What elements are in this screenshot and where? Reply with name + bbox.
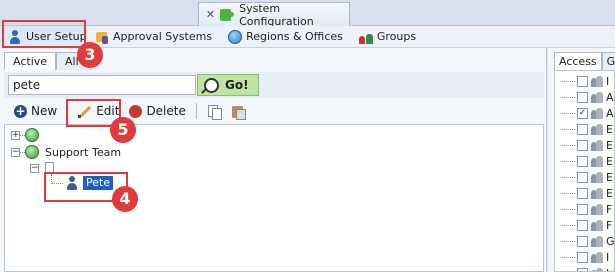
approval-icon bbox=[95, 30, 109, 44]
access-row-label: E bbox=[606, 122, 613, 136]
group-icon bbox=[591, 235, 603, 247]
access-row: F bbox=[555, 217, 614, 233]
access-row: I bbox=[555, 249, 614, 265]
access-row: E bbox=[555, 121, 614, 137]
plus-icon: + bbox=[14, 103, 27, 118]
callout-badge-3: 3 bbox=[77, 42, 103, 68]
nav-label: Groups bbox=[376, 30, 417, 43]
callout-highlight-user-setup bbox=[2, 20, 86, 48]
access-row: I bbox=[555, 73, 614, 89]
access-row: G bbox=[555, 233, 615, 249]
access-checkbox[interactable] bbox=[577, 219, 588, 231]
access-row: F bbox=[555, 201, 614, 217]
tab-other[interactable]: G bbox=[601, 52, 615, 70]
groups-icon bbox=[358, 30, 373, 44]
globe-icon bbox=[25, 128, 39, 142]
globe-icon bbox=[25, 145, 39, 159]
access-checkbox[interactable] bbox=[577, 139, 588, 151]
access-checkbox[interactable] bbox=[577, 187, 588, 199]
group-icon bbox=[591, 171, 603, 183]
access-list: I A ✓A E E E E E F F G I I bbox=[554, 70, 615, 272]
nav-label: Approval Systems bbox=[113, 30, 213, 43]
access-row-label: F bbox=[606, 218, 613, 232]
globe-icon bbox=[228, 29, 243, 44]
access-checkbox[interactable] bbox=[577, 75, 588, 87]
access-row: I bbox=[555, 265, 614, 272]
access-row-label: G bbox=[606, 234, 615, 248]
access-checkbox[interactable] bbox=[577, 171, 588, 183]
toolbar-divider bbox=[195, 103, 197, 119]
close-icon[interactable]: ✕ bbox=[205, 8, 216, 21]
expand-toggle[interactable]: + bbox=[11, 131, 20, 140]
access-tabs: Access G bbox=[554, 52, 615, 70]
access-row-label: I bbox=[606, 74, 610, 88]
callout-badge-5: 5 bbox=[110, 117, 136, 143]
delete-label: Delete bbox=[146, 104, 186, 118]
access-row: A bbox=[555, 89, 614, 105]
access-row: E bbox=[555, 137, 614, 153]
access-row: E bbox=[555, 153, 614, 169]
tab-active[interactable]: Active bbox=[4, 52, 57, 70]
group-icon bbox=[591, 203, 603, 215]
user-setup-panel: Active All pete Go! + New Edit Delete + … bbox=[0, 48, 547, 272]
access-row-label: A bbox=[606, 90, 614, 104]
group-icon bbox=[591, 75, 603, 87]
document-tab-strip: ✕ System Configuration bbox=[0, 0, 615, 28]
access-row-label: E bbox=[606, 186, 613, 200]
access-row-label: F bbox=[606, 202, 613, 216]
callout-badge-4: 4 bbox=[112, 186, 138, 212]
tab-system-configuration[interactable]: ✕ System Configuration bbox=[198, 1, 350, 28]
copy-icon bbox=[207, 104, 222, 120]
access-row-label: A bbox=[606, 106, 614, 120]
new-button[interactable]: + New bbox=[10, 101, 61, 121]
collapse-toggle[interactable]: − bbox=[30, 164, 39, 173]
access-checkbox[interactable] bbox=[577, 123, 588, 135]
group-icon bbox=[591, 139, 603, 151]
delete-icon bbox=[129, 104, 143, 118]
access-row: E bbox=[555, 185, 614, 201]
access-row-label: E bbox=[606, 154, 613, 168]
copy-button[interactable] bbox=[203, 101, 225, 121]
nav-groups[interactable]: Groups bbox=[351, 26, 424, 48]
access-row-label: I bbox=[606, 267, 609, 272]
group-icon bbox=[591, 219, 603, 231]
collapse-toggle[interactable]: − bbox=[11, 148, 20, 157]
nav-approval-systems[interactable]: Approval Systems bbox=[85, 26, 220, 48]
go-label: Go! bbox=[225, 78, 249, 92]
group-icon bbox=[591, 155, 603, 167]
search-bar: pete Go! bbox=[4, 72, 544, 98]
access-checkbox[interactable] bbox=[577, 267, 588, 271]
access-row: ✓ A bbox=[555, 105, 614, 121]
paste-icon bbox=[231, 104, 246, 120]
access-row-label: I bbox=[606, 250, 610, 264]
access-checkbox[interactable] bbox=[577, 251, 588, 263]
group-icon bbox=[591, 107, 603, 119]
access-checkbox[interactable] bbox=[577, 203, 588, 215]
go-button[interactable]: Go! bbox=[197, 74, 259, 96]
access-checkbox[interactable] bbox=[577, 235, 588, 247]
group-icon bbox=[591, 187, 603, 199]
access-checkbox[interactable] bbox=[577, 155, 588, 167]
new-label: New bbox=[31, 104, 58, 118]
tab-access[interactable]: Access bbox=[554, 52, 602, 70]
tree-node-support-team[interactable]: Support Team bbox=[45, 146, 121, 159]
group-icon bbox=[591, 123, 603, 135]
nav-regions-offices[interactable]: Regions & Offices bbox=[220, 26, 351, 48]
access-row-label: E bbox=[606, 170, 613, 184]
group-icon bbox=[591, 267, 603, 271]
access-panel: Access G I A ✓A E E E E E F F G I I bbox=[548, 48, 615, 272]
access-checkbox[interactable]: ✓ bbox=[577, 107, 588, 119]
access-row: E bbox=[555, 169, 614, 185]
access-checkbox[interactable] bbox=[577, 91, 588, 103]
magnifier-icon bbox=[204, 77, 219, 93]
group-icon bbox=[591, 91, 603, 103]
search-input[interactable]: pete bbox=[8, 75, 196, 95]
access-row-label: E bbox=[606, 138, 613, 152]
puzzle-icon bbox=[220, 8, 235, 21]
group-icon bbox=[591, 251, 603, 263]
nav-label: Regions & Offices bbox=[246, 30, 343, 43]
paste-button[interactable] bbox=[227, 101, 249, 121]
delete-button[interactable]: Delete bbox=[125, 101, 189, 121]
tab-title: System Configuration bbox=[239, 1, 314, 28]
